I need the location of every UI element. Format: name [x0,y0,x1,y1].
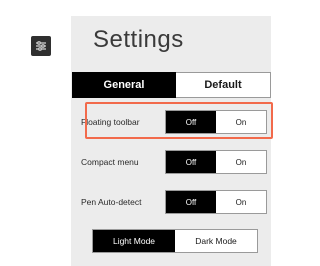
pen-auto-detect-on-button[interactable]: On [216,191,266,213]
setting-label-compact-menu: Compact menu [81,157,139,167]
light-mode-button[interactable]: Light Mode [93,230,175,252]
pen-auto-detect-off-button[interactable]: Off [166,191,216,213]
tab-general[interactable]: General [72,72,176,98]
screen: Settings General Default Floating toolba… [0,0,302,266]
setting-row-floating-toolbar: Floating toolbar Off On [81,110,267,134]
floating-toolbar-toggle: Off On [165,110,267,134]
pen-auto-detect-toggle: Off On [165,190,267,214]
theme-mode-toggle: Light Mode Dark Mode [92,229,258,253]
compact-menu-on-button[interactable]: On [216,151,266,173]
setting-row-pen-auto-detect: Pen Auto-detect Off On [81,190,267,214]
settings-toggle-button[interactable] [31,36,51,56]
compact-menu-off-button[interactable]: Off [166,151,216,173]
panel-title: Settings [93,26,184,53]
settings-tab-bar: General Default [72,72,271,98]
floating-toolbar-on-button[interactable]: On [216,111,266,133]
settings-panel: Settings General Default Floating toolba… [71,16,271,266]
tab-default[interactable]: Default [176,72,271,98]
setting-label-pen-auto-detect: Pen Auto-detect [81,197,142,207]
sliders-icon [35,40,47,52]
floating-toolbar-off-button[interactable]: Off [166,111,216,133]
setting-label-floating-toolbar: Floating toolbar [81,117,140,127]
compact-menu-toggle: Off On [165,150,267,174]
dark-mode-button[interactable]: Dark Mode [175,230,257,252]
setting-row-compact-menu: Compact menu Off On [81,150,267,174]
